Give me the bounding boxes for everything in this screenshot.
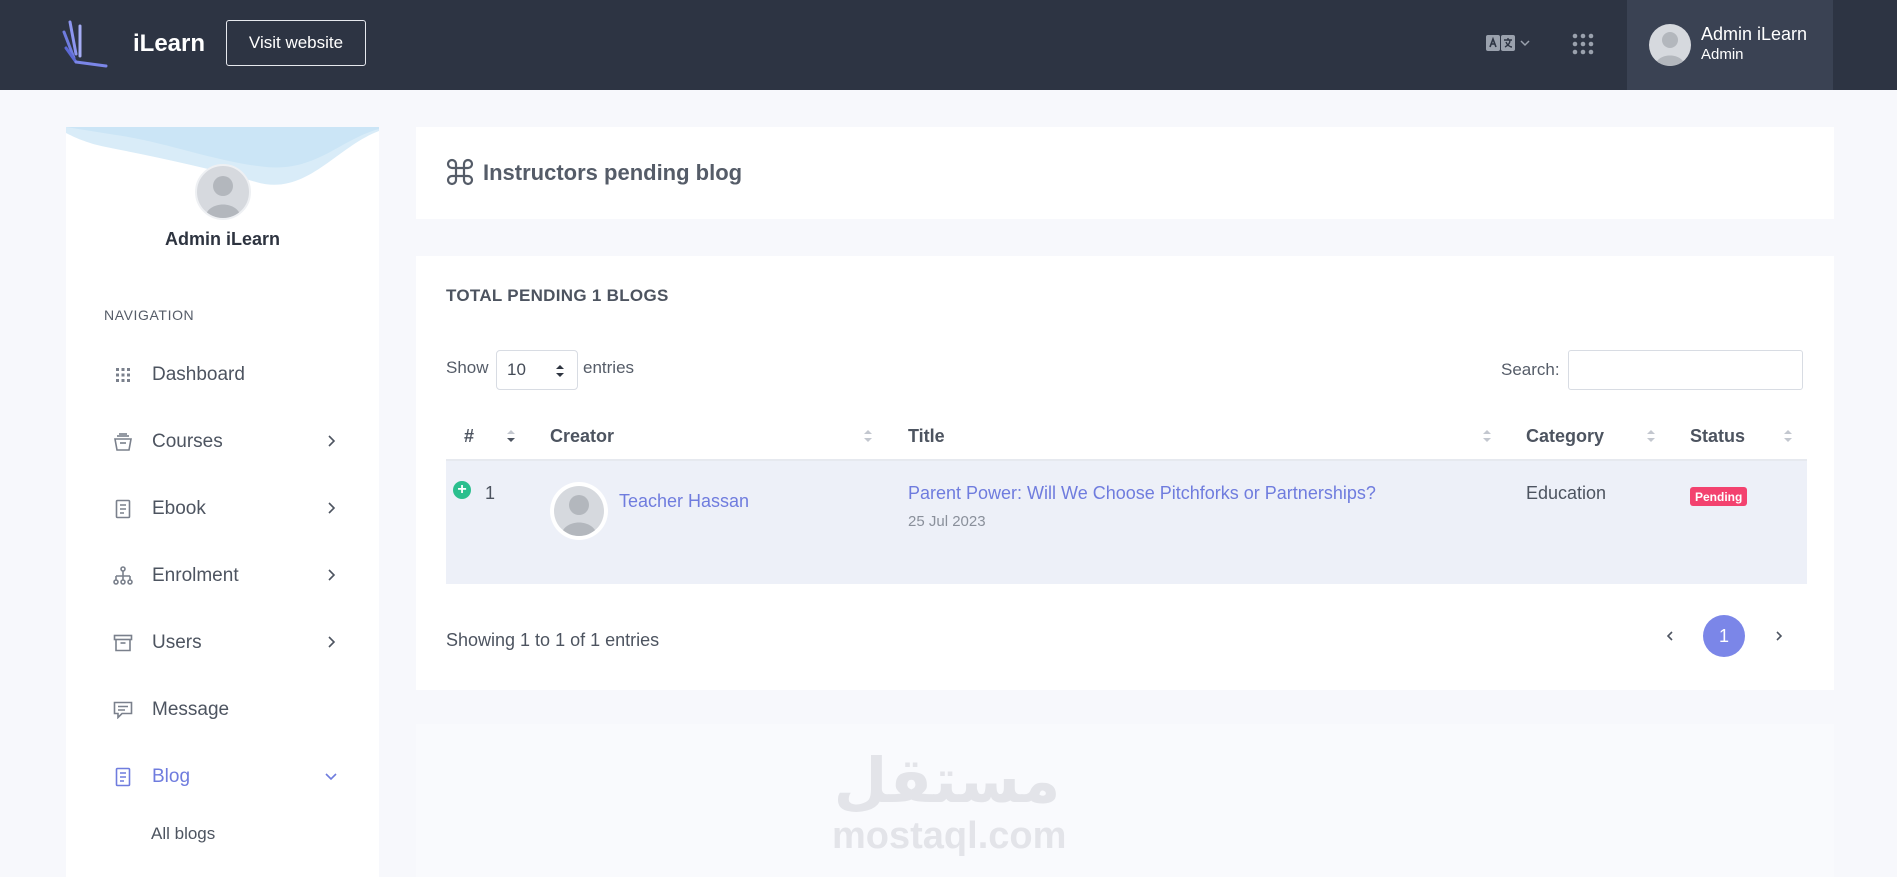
chevron-down-icon xyxy=(1520,40,1530,47)
creator-avatar xyxy=(550,482,608,540)
ilearn-logo-icon[interactable] xyxy=(62,18,112,70)
watermark-arabic: مستقل xyxy=(833,747,1061,816)
sidebar-item-label: Blog xyxy=(152,766,191,787)
user-name: Admin iLearn xyxy=(1701,24,1808,44)
sidebar-item-dashboard[interactable]: Dashboard xyxy=(104,358,349,392)
grid-icon xyxy=(112,364,134,386)
top-bar: iLearn Visit website Admin iLearn Admin xyxy=(0,0,1897,90)
table-header-row: # Creator Title Category Status xyxy=(446,408,1807,461)
column-header-index[interactable]: # xyxy=(464,426,474,447)
chevron-right-icon xyxy=(328,569,336,581)
sidebar-item-label: Courses xyxy=(152,431,223,452)
expand-row-icon[interactable]: + xyxy=(453,481,471,499)
visit-website-button[interactable]: Visit website xyxy=(226,20,366,66)
blog-title-link[interactable]: Parent Power: Will We Choose Pitchforks … xyxy=(908,483,1376,504)
sidebar-item-label: Users xyxy=(152,632,202,653)
blog-date: 25 Jul 2023 xyxy=(908,513,986,530)
translate-icon xyxy=(1486,35,1515,51)
empty-card xyxy=(416,724,1834,877)
user-silhouette-icon xyxy=(1655,32,1685,66)
page-length-select[interactable]: 10 xyxy=(496,350,578,390)
watermark-latin: mostaql.com xyxy=(832,815,1067,857)
creator-link[interactable]: Teacher Hassan xyxy=(619,491,749,512)
sidebar-item-courses[interactable]: Courses xyxy=(104,425,349,459)
avatar xyxy=(1649,24,1691,66)
archive-icon xyxy=(112,632,134,654)
sitemap-icon xyxy=(112,565,134,587)
apps-grid-icon[interactable] xyxy=(1572,33,1594,55)
column-header-creator[interactable]: Creator xyxy=(550,426,614,447)
sidebar: Admin iLearn NAVIGATION Dashboard Course… xyxy=(66,127,379,877)
sidebar-item-label: Dashboard xyxy=(152,364,245,385)
chevron-down-icon xyxy=(325,773,337,781)
chevron-right-icon xyxy=(328,435,336,447)
sort-icon[interactable] xyxy=(1646,428,1656,444)
message-icon xyxy=(112,699,134,721)
user-menu[interactable]: Admin iLearn Admin xyxy=(1627,0,1833,90)
sort-icon[interactable] xyxy=(1783,428,1793,444)
sidebar-item-message[interactable]: Message xyxy=(104,693,349,727)
show-label: Show xyxy=(446,358,489,377)
sort-icon[interactable] xyxy=(863,428,873,444)
document-icon xyxy=(112,766,134,788)
watermark: مستقل mostaql.com xyxy=(832,747,1067,857)
chevron-right-icon xyxy=(328,502,336,514)
blog-category: Education xyxy=(1526,483,1607,503)
table-info: Showing 1 to 1 of 1 entries xyxy=(446,630,660,650)
pagination-current-page[interactable]: 1 xyxy=(1703,615,1745,657)
courses-icon xyxy=(112,431,134,453)
column-header-status[interactable]: Status xyxy=(1690,426,1745,447)
user-role: Admin xyxy=(1701,46,1744,63)
table-row: + 1 Teacher Hassan Parent Power: Will We… xyxy=(446,461,1807,584)
sidebar-item-label: Enrolment xyxy=(152,565,239,586)
sort-icon[interactable] xyxy=(1482,428,1492,444)
brand-name[interactable]: iLearn xyxy=(133,30,205,58)
user-silhouette-icon xyxy=(205,176,241,218)
column-header-title[interactable]: Title xyxy=(908,426,945,447)
sidebar-item-ebook[interactable]: Ebook xyxy=(104,492,349,526)
profile-name: Admin iLearn xyxy=(164,229,280,249)
sidebar-subitem-all-blogs[interactable]: All blogs xyxy=(151,824,215,844)
sidebar-item-enrolment[interactable]: Enrolment xyxy=(104,559,349,593)
row-index: 1 xyxy=(485,483,496,503)
search-input[interactable] xyxy=(1568,350,1803,390)
sidebar-item-label: Ebook xyxy=(152,498,206,519)
previous-page-icon[interactable] xyxy=(1663,626,1677,646)
search-label: Search: xyxy=(1501,360,1560,379)
page-length-value: 10 xyxy=(507,360,526,379)
book-icon xyxy=(112,498,134,520)
column-header-category[interactable]: Category xyxy=(1526,426,1604,447)
page-title: Instructors pending blog xyxy=(483,160,743,185)
sidebar-item-label: Message xyxy=(152,699,230,720)
language-switcher[interactable] xyxy=(1486,34,1530,52)
sidebar-item-users[interactable]: Users xyxy=(104,626,349,660)
chevron-right-icon xyxy=(328,636,336,648)
nav-heading: NAVIGATION xyxy=(104,307,195,323)
sort-icon[interactable] xyxy=(506,428,516,444)
user-silhouette-icon xyxy=(561,495,597,536)
profile-avatar xyxy=(195,164,251,220)
command-icon xyxy=(446,158,474,186)
status-badge: Pending xyxy=(1690,487,1748,506)
sidebar-item-blog[interactable]: Blog xyxy=(104,760,349,794)
table-heading: TOTAL PENDING 1 BLOGS xyxy=(446,286,669,305)
entries-label: entries xyxy=(583,358,635,377)
next-page-icon[interactable] xyxy=(1772,626,1786,646)
page-title-card: Instructors pending blog xyxy=(416,127,1834,219)
blogs-table-card: TOTAL PENDING 1 BLOGS Show 10 entries Se… xyxy=(416,256,1834,690)
select-arrows-icon xyxy=(556,365,564,377)
